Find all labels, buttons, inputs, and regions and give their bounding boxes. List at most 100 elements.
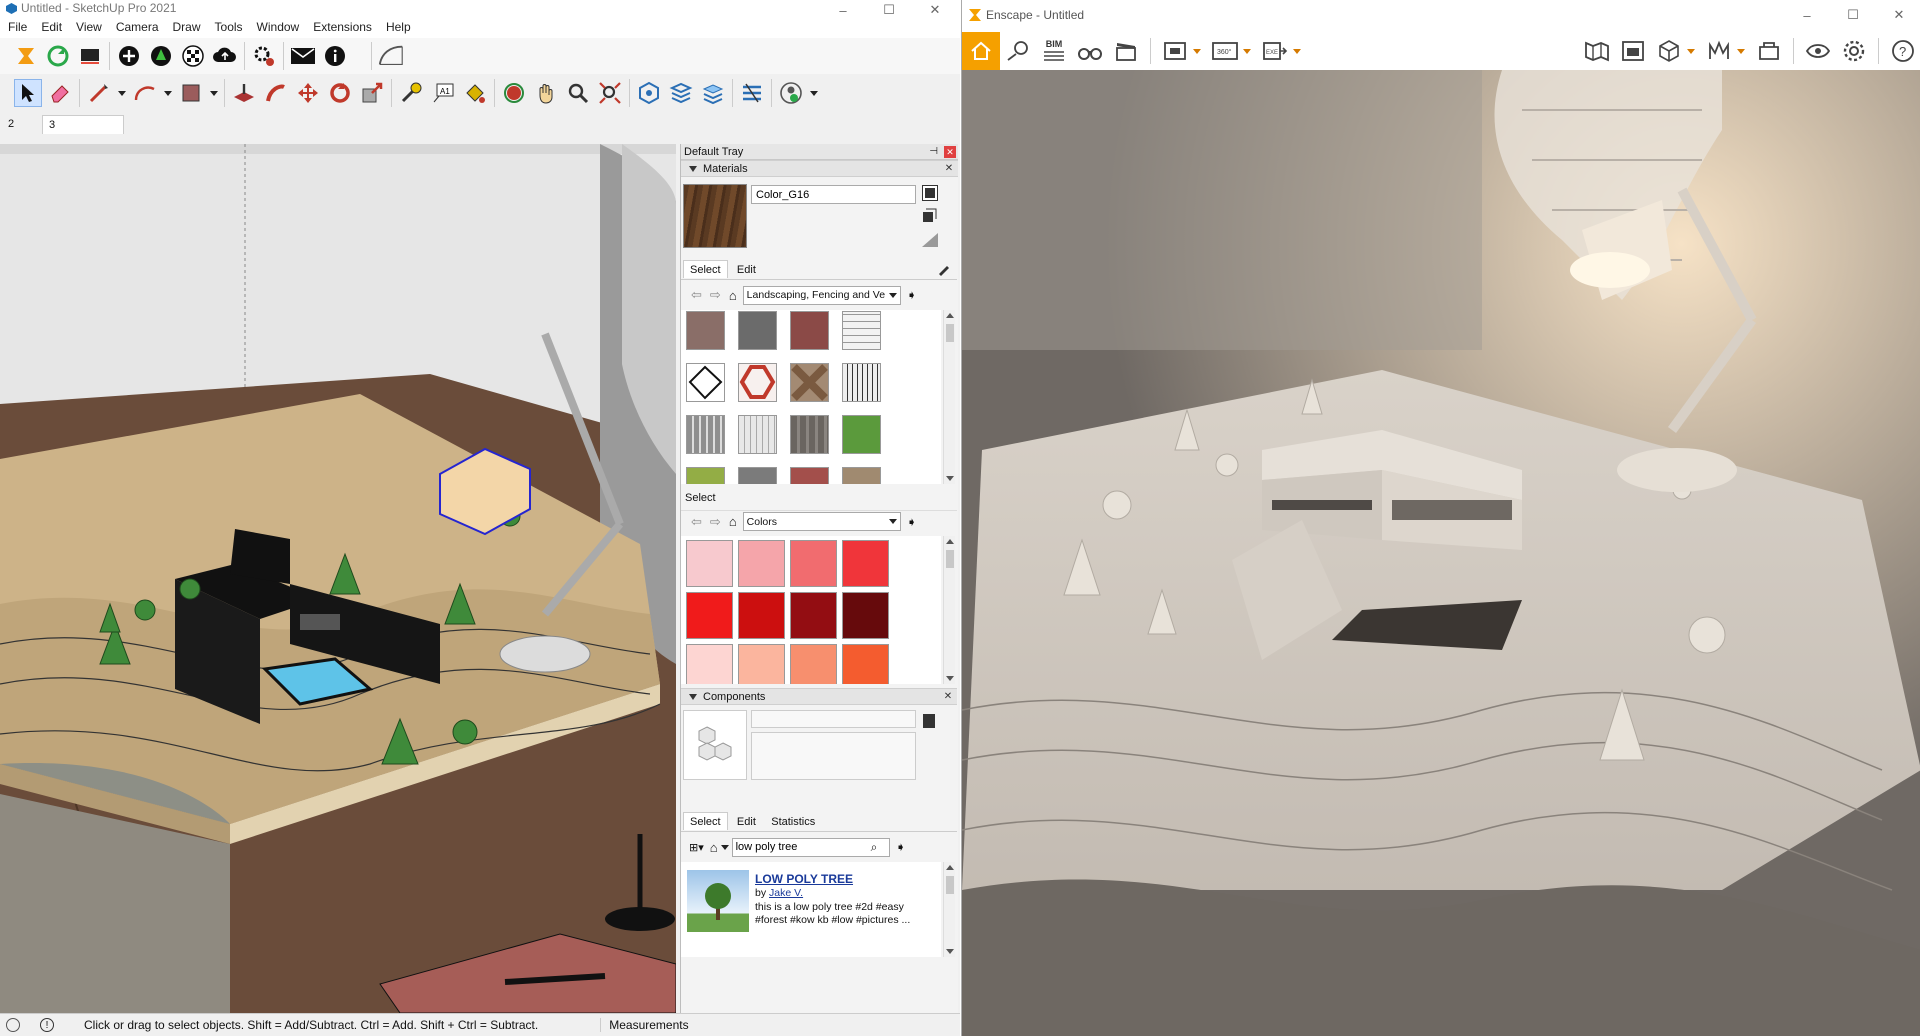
paint-bucket-tool-icon[interactable] [461,79,489,107]
zoom-tool-icon[interactable] [564,79,592,107]
color-swatch[interactable] [738,592,785,639]
sketchup-viewport[interactable] [0,144,676,1013]
components-tab-select[interactable]: Select [683,812,728,830]
checker-icon[interactable] [179,42,207,70]
extension-manager-icon[interactable] [250,42,278,70]
tray-close-icon[interactable]: ✕ [944,145,956,158]
enscape-home-icon[interactable] [962,32,1000,70]
geo-tree-icon[interactable] [147,42,175,70]
menu-tools[interactable]: Tools [215,20,243,34]
panorama-dropdown-icon[interactable] [1243,48,1251,54]
menu-window[interactable]: Window [257,20,300,34]
enscape-close-icon[interactable]: ✕ [1876,0,1920,30]
shape-tool-dropdown-icon[interactable] [210,90,218,96]
menu-file[interactable]: File [8,20,27,34]
rectangle-tool-icon[interactable] [177,79,205,107]
enscape-maximize-icon[interactable]: ☐ [1830,0,1876,30]
components-section-header[interactable]: Components ✕ [681,688,957,705]
color-swatch[interactable] [790,592,837,639]
enscape-material-icon[interactable] [1701,33,1737,69]
arc-tool-dropdown-icon[interactable] [164,90,172,96]
material-swatch[interactable] [686,363,725,402]
enscape-sync-icon[interactable] [44,42,72,70]
user-account-dropdown-icon[interactable] [810,90,818,96]
screenshot-dropdown-icon[interactable] [1193,48,1201,54]
arc-tool-icon[interactable] [131,79,159,107]
details-arrow-icon[interactable]: ➧ [907,288,917,302]
enscape-binoculars-icon[interactable] [1072,33,1108,69]
scene-tab-2[interactable]: 2 [2,115,42,134]
material-swatch[interactable] [790,311,829,350]
material-swatch[interactable] [790,467,829,484]
components-home-icon[interactable]: ⌂ [710,840,718,855]
search-icon[interactable]: ⌕ [871,840,878,855]
text-tool-icon[interactable]: A1 [429,79,457,107]
mail-icon[interactable] [289,42,317,70]
enscape-location-icon[interactable] [1000,33,1036,69]
color-swatch[interactable] [686,592,733,639]
color-swatch[interactable] [738,540,785,587]
pan-tool-icon[interactable] [532,79,560,107]
colors-scrollbar[interactable] [943,536,955,684]
materials-library-select[interactable]: Landscaping, Fencing and Ve [742,285,901,305]
sample-paint-icon[interactable] [937,262,951,279]
enscape-start-icon[interactable] [12,42,40,70]
move-tool-icon[interactable] [294,79,322,107]
component-name-field[interactable] [751,710,916,728]
material-swatch[interactable] [686,311,725,350]
user-account-icon[interactable] [777,79,805,107]
components-close-icon[interactable]: ✕ [943,691,953,702]
material-swatch[interactable] [686,415,725,454]
material-swatch[interactable] [686,467,725,484]
material-dropdown-icon[interactable] [1737,48,1745,54]
line-tool-dropdown-icon[interactable] [118,90,126,96]
color-swatch[interactable] [790,540,837,587]
materials-tab-select[interactable]: Select [683,260,728,278]
color-swatch[interactable] [738,644,785,684]
close-icon[interactable]: ✕ [912,0,958,20]
enscape-views-icon[interactable] [76,42,104,70]
components-search-box[interactable]: ⌕ [731,837,890,857]
follow-me-tool-icon[interactable] [262,79,290,107]
material-swatch[interactable] [738,415,777,454]
push-pull-tool-icon[interactable] [230,79,258,107]
material-swatch[interactable] [842,467,881,484]
enscape-upload-icon[interactable] [1751,33,1787,69]
colors-library-select[interactable]: Colors [742,512,901,531]
material-swatch[interactable] [738,311,777,350]
material-swatch[interactable] [842,415,881,454]
material-swatch[interactable] [790,363,829,402]
material-swatch[interactable] [738,363,777,402]
menu-camera[interactable]: Camera [116,20,159,34]
create-material-icon[interactable] [921,208,937,224]
menu-view[interactable]: View [76,20,102,34]
enscape-help-icon[interactable]: ? [1885,33,1920,69]
components-details-arrow-icon[interactable]: ➧ [896,840,906,854]
menu-help[interactable]: Help [386,20,411,34]
sandbox-icon[interactable] [377,42,405,70]
enscape-settings-icon[interactable] [1836,33,1872,69]
enscape-bim-icon[interactable]: BIM [1036,33,1072,69]
color-swatch[interactable] [842,644,889,684]
enscape-assets-icon[interactable] [1615,33,1651,69]
components-nav-dropdown-icon[interactable] [720,844,729,850]
color-swatch[interactable] [842,592,889,639]
enscape-export-icon[interactable]: EXE [1257,33,1293,69]
enscape-video-editor-icon[interactable] [1108,33,1144,69]
enscape-render-viewport[interactable] [962,70,1920,1036]
component-desc-field[interactable] [751,732,916,780]
scale-tool-icon[interactable] [358,79,386,107]
menu-extensions[interactable]: Extensions [313,20,372,34]
zoom-extents-tool-icon[interactable] [596,79,624,107]
eraser-tool-icon[interactable] [46,79,74,107]
layers-icon[interactable] [667,79,695,107]
rotate-tool-icon[interactable] [326,79,354,107]
material-swatch[interactable] [842,363,881,402]
info-icon[interactable] [321,42,349,70]
back-arrow-icon[interactable]: ⇦ [691,287,702,303]
enscape-panorama-icon[interactable]: 360° [1207,33,1243,69]
components-collapse-triangle-icon[interactable] [689,693,697,700]
select-tool-icon[interactable] [14,79,42,107]
materials-close-icon[interactable]: ✕ [944,163,954,174]
secondary-home-icon[interactable]: ⌂ [729,514,737,529]
